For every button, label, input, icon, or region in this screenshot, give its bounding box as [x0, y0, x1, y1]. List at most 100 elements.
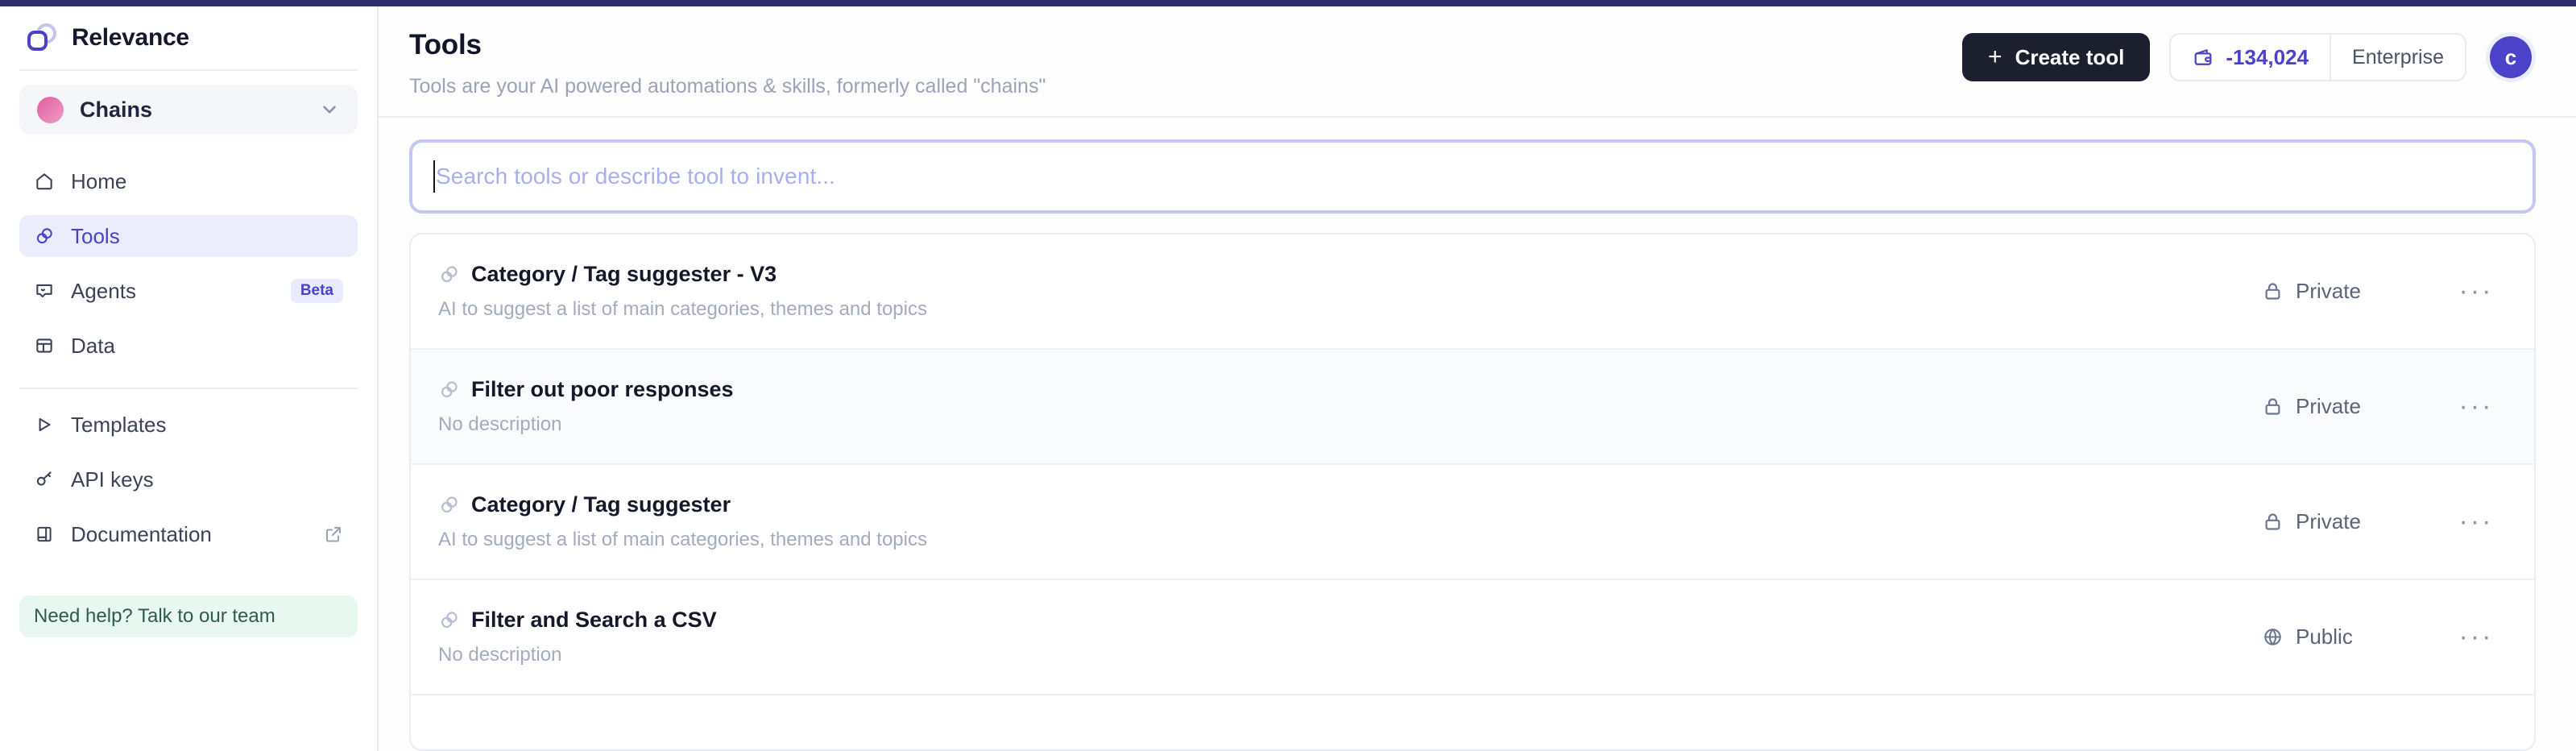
tool-name: Category / Tag suggester - V3	[471, 262, 777, 286]
sidebar-item-agents[interactable]: Agents Beta	[19, 270, 358, 312]
project-name: Chains	[80, 97, 153, 122]
table-row[interactable]: Filter and Search a CSV No description P…	[411, 580, 2534, 695]
credits-pill: -134,024 Enterprise	[2169, 33, 2466, 81]
avatar[interactable]: c	[2486, 32, 2536, 82]
plus-icon: +	[1988, 44, 2002, 70]
tool-title-line: Category / Tag suggester - V3	[438, 262, 2262, 287]
tool-title-line: Category / Tag suggester	[438, 492, 2262, 517]
ellipsis-icon[interactable]: ···	[2452, 383, 2500, 431]
status-badge: Private	[2262, 394, 2423, 419]
main-content: Tools Tools are your AI powered automati…	[379, 6, 2576, 751]
table-grid-icon	[34, 335, 55, 356]
page-title: Tools	[409, 29, 482, 60]
tool-name: Filter out poor responses	[471, 377, 734, 401]
table-row[interactable]	[411, 695, 2534, 749]
search-placeholder: Search tools or describe tool to invent.…	[436, 164, 836, 189]
ellipsis-icon[interactable]: ···	[2452, 613, 2500, 662]
visibility-label: Public	[2296, 624, 2353, 649]
top-accent-strip	[0, 0, 2576, 6]
beta-badge: Beta	[290, 279, 343, 303]
visibility-label: Private	[2296, 509, 2361, 533]
home-icon	[34, 171, 55, 192]
search-region: Search tools or describe tool to invent.…	[379, 118, 2576, 214]
brand-divider	[19, 69, 358, 71]
status-badge: Private	[2262, 279, 2423, 304]
play-triangle-icon	[34, 414, 55, 435]
app-root: Relevance Chains Home Tools Agents Beta …	[0, 0, 2576, 751]
relevance-rings-logo-icon	[26, 22, 58, 54]
sidebar-item-label: Documentation	[71, 521, 212, 546]
tool-description: AI to suggest a list of main categories,…	[438, 529, 927, 550]
tool-name: Category / Tag suggester	[471, 492, 731, 517]
brand[interactable]: Relevance	[0, 6, 377, 69]
table-row[interactable]: Category / Tag suggester AI to suggest a…	[411, 465, 2534, 580]
sidebar: Relevance Chains Home Tools Agents Beta …	[0, 6, 379, 751]
create-tool-button[interactable]: + Create tool	[1962, 33, 2151, 81]
link-chain-icon	[438, 263, 460, 285]
status-badge: Private	[2262, 509, 2423, 534]
page-header-text: Tools Tools are your AI powered automati…	[409, 24, 1962, 98]
key-icon	[34, 469, 55, 490]
tool-title-line: Filter out poor responses	[438, 377, 2262, 402]
search-input[interactable]: Search tools or describe tool to invent.…	[409, 139, 2536, 214]
help-banner-label: Need help? Talk to our team	[34, 605, 275, 627]
ellipsis-icon[interactable]: ···	[2452, 498, 2500, 546]
credits-balance[interactable]: -134,024	[2171, 35, 2332, 80]
sidebar-item-api-keys[interactable]: API keys	[19, 458, 358, 500]
tool-description: No description	[438, 644, 562, 666]
ellipsis-icon[interactable]: ···	[2452, 268, 2500, 316]
plan-label[interactable]: Enterprise	[2331, 35, 2465, 80]
create-tool-label: Create tool	[2015, 44, 2125, 69]
tool-row-actions: Private ···	[2262, 383, 2500, 431]
help-banner[interactable]: Need help? Talk to our team	[19, 595, 358, 637]
page-header: Tools Tools are your AI powered automati…	[379, 6, 2576, 118]
wallet-icon	[2192, 46, 2214, 68]
visibility-label: Private	[2296, 394, 2361, 418]
table-row[interactable]: Category / Tag suggester - V3 AI to sugg…	[411, 234, 2534, 350]
brand-name: Relevance	[72, 24, 189, 51]
lock-icon	[2262, 511, 2284, 533]
status-badge: Public	[2262, 624, 2423, 649]
sidebar-primary-nav: Home Tools Agents Beta Data	[0, 147, 377, 380]
tool-info: Category / Tag suggester AI to suggest a…	[438, 492, 2262, 551]
header-actions: + Create tool -134,024 Enterprise c	[1962, 24, 2536, 82]
visibility-label: Private	[2296, 279, 2361, 303]
app-body: Relevance Chains Home Tools Agents Beta …	[0, 6, 2576, 751]
external-link-icon[interactable]	[324, 525, 343, 544]
sidebar-secondary-nav: Templates API keys Documentation	[0, 404, 377, 568]
link-chain-icon	[438, 609, 460, 631]
sidebar-item-label: Tools	[71, 223, 120, 248]
link-chain-icon	[34, 226, 55, 247]
table-row[interactable]: Filter out poor responses No description…	[411, 350, 2534, 465]
avatar-initial: c	[2490, 36, 2532, 78]
page-subtitle: Tools are your AI powered automations & …	[409, 75, 1046, 98]
sidebar-item-data[interactable]: Data	[19, 325, 358, 367]
sidebar-item-label: Data	[71, 333, 115, 358]
sidebar-divider	[19, 388, 358, 389]
sidebar-item-home[interactable]: Home	[19, 160, 358, 202]
text-caret	[433, 160, 435, 193]
tool-row-actions: Private ···	[2262, 498, 2500, 546]
tool-row-actions: Public ···	[2262, 613, 2500, 662]
lock-icon	[2262, 280, 2284, 302]
tool-info: Category / Tag suggester - V3 AI to sugg…	[438, 262, 2262, 321]
project-switcher[interactable]: Chains	[19, 85, 358, 135]
project-color-dot-icon	[37, 96, 64, 123]
tool-info: Filter out poor responses No description	[438, 377, 2262, 436]
book-icon	[34, 524, 55, 545]
tool-list-region: Category / Tag suggester - V3 AI to sugg…	[379, 214, 2576, 751]
tool-description: No description	[438, 413, 562, 435]
sidebar-item-label: Agents	[71, 278, 136, 303]
chat-bubble-icon	[34, 280, 55, 301]
sidebar-item-tools[interactable]: Tools	[19, 215, 358, 257]
tool-name: Filter and Search a CSV	[471, 608, 717, 632]
sidebar-item-templates[interactable]: Templates	[19, 404, 358, 446]
sidebar-item-label: Home	[71, 168, 127, 193]
tool-info: Filter and Search a CSV No description	[438, 608, 2262, 666]
link-chain-icon	[438, 379, 460, 400]
lock-icon	[2262, 396, 2284, 417]
credits-value: -134,024	[2226, 44, 2309, 69]
tool-row-actions: Private ···	[2262, 268, 2500, 316]
sidebar-item-documentation[interactable]: Documentation	[19, 513, 358, 555]
chevron-down-icon[interactable]	[319, 99, 340, 120]
